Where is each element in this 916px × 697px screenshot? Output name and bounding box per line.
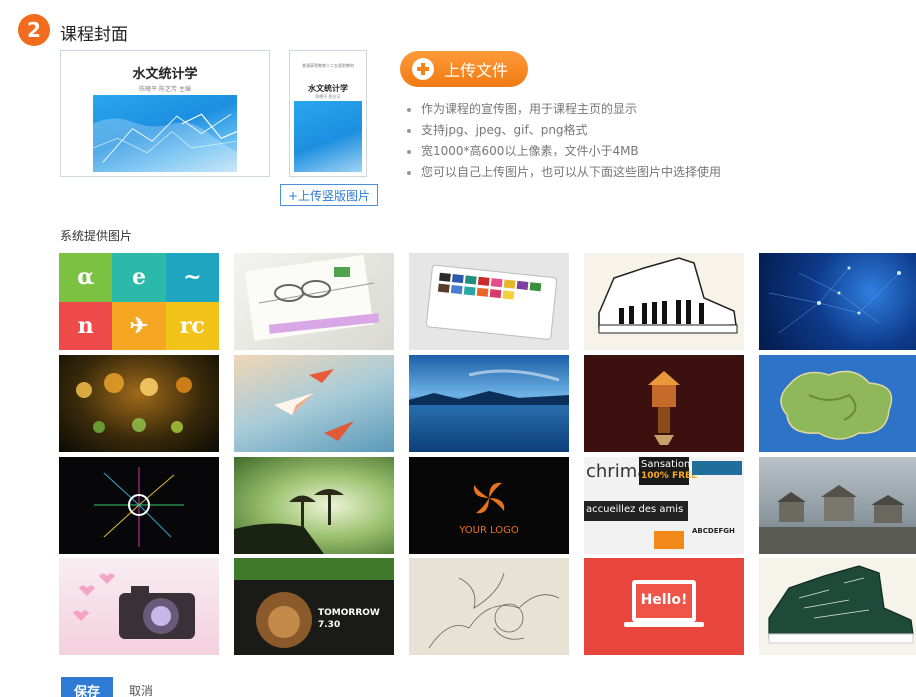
poster-tomorrow: TOMORROW [318, 608, 380, 618]
gallery-image-sneaker-piano[interactable] [584, 253, 744, 350]
gallery-label: 系统提供图片 [60, 229, 133, 243]
gallery-image-typography[interactable]: chrimae Sansation 100% FREE accueillez d… [584, 457, 744, 554]
upload-portrait-button[interactable]: +上传竖版图片 [280, 184, 378, 206]
gallery-image-sketch[interactable] [409, 558, 569, 655]
form-actions: 保存 取消 [61, 677, 153, 697]
save-button[interactable]: 保存 [61, 677, 113, 697]
typo-accueillez: accueillez des amis [586, 504, 684, 515]
gallery-image-chalk-sneaker[interactable] [759, 558, 916, 655]
tip-item: 宽1000*高600以上像素，文件小于4MB [405, 141, 721, 162]
hello-text: Hello! [640, 592, 688, 608]
gallery-image-fantasy-map[interactable] [759, 355, 916, 452]
gallery-image-lion-poster[interactable]: TOMORROW 7.30 [234, 558, 394, 655]
typo-sansation: Sansation [641, 459, 691, 470]
gallery-image-tree-house[interactable] [584, 355, 744, 452]
plus-icon [412, 58, 434, 80]
gallery-image-village-ruins[interactable] [759, 457, 916, 554]
book-authors-portrait: 陈曦平 陈艺芳 [315, 94, 341, 99]
gallery-image-logos[interactable]: α e ~ n ✈ rc [59, 253, 219, 350]
cancel-button[interactable]: 取消 [129, 682, 153, 697]
gallery-image-blue-network[interactable] [759, 253, 916, 350]
book-cover-art-portrait [294, 101, 362, 172]
gallery-image-camera-hearts[interactable] [59, 558, 219, 655]
book-title-portrait: 水文统计学 [308, 84, 348, 93]
upload-tips: 作为课程的宣传图，用于课程主页的显示 支持jpg、jpeg、gif、png格式 … [405, 99, 721, 183]
your-logo-text: YOUR LOGO [459, 525, 519, 536]
upload-file-label: 上传文件 [444, 63, 509, 80]
upload-file-button[interactable]: 上传文件 [400, 51, 528, 87]
gallery-image-hello-laptop[interactable]: Hello! [584, 558, 744, 655]
book-cover-art [93, 95, 237, 172]
gallery-image-your-logo[interactable]: YOUR LOGO [409, 457, 569, 554]
book-authors: 陈曦平 陈艺芳 主编 [139, 86, 191, 93]
cover-preview-portrait: 普通高等教育十二五规划教材 水文统计学 陈曦平 陈艺芳 [289, 50, 367, 177]
swirl-logo-icon [473, 482, 505, 514]
section-title: 课程封面 [60, 25, 128, 45]
cover-preview-landscape: 水文统计学 陈曦平 陈艺芳 主编 [60, 50, 270, 177]
tip-item: 作为课程的宣传图，用于课程主页的显示 [405, 99, 721, 120]
gallery-image-watercolor[interactable] [409, 253, 569, 350]
tip-item: 支持jpg、jpeg、gif、png格式 [405, 120, 721, 141]
gallery-image-drafting[interactable] [234, 253, 394, 350]
gallery-image-paper-planes[interactable] [234, 355, 394, 452]
step-number-badge: 2 [18, 14, 50, 46]
book-series: 普通高等教育十二五规划教材 [302, 63, 354, 68]
book-title: 水文统计学 [132, 67, 198, 82]
tip-item: 您可以自己上传图片，也可以从下面这些图片中选择使用 [405, 162, 721, 183]
poster-time: 7.30 [318, 620, 341, 630]
gallery-image-mushrooms[interactable] [234, 457, 394, 554]
gallery-image-bokeh-lights[interactable] [59, 355, 219, 452]
typo-abcdef: ABCDEFGH [692, 527, 735, 535]
gallery-image-light-burst[interactable] [59, 457, 219, 554]
typo-free: 100% FREE [641, 471, 698, 481]
gallery-image-lake[interactable] [409, 355, 569, 452]
